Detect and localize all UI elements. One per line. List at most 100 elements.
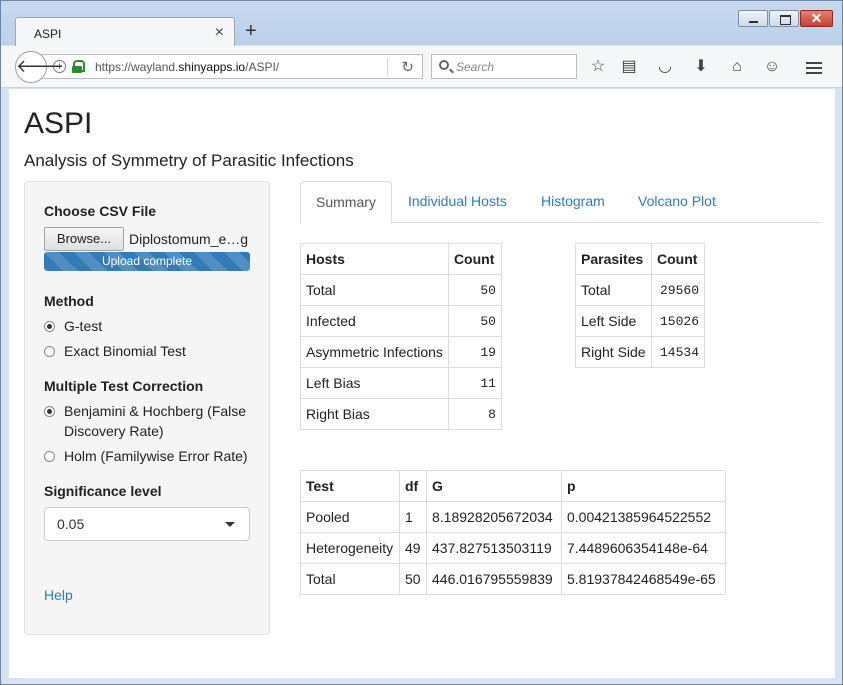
tab-individual-hosts[interactable]: Individual Hosts <box>393 181 522 223</box>
close-window-button[interactable]: ✕ <box>800 10 833 27</box>
table-cell: Left Bias <box>300 367 449 399</box>
table-row: Right Side 14534 <box>575 336 705 368</box>
minimize-button[interactable] <box>738 10 768 27</box>
table-cell: Left Side <box>575 305 652 337</box>
correction-radio-bh[interactable]: Benjamini & Hochberg (False Discovery Ra… <box>44 401 254 441</box>
method-radio-gtest[interactable]: G-test <box>44 316 254 336</box>
help-link[interactable]: Help <box>44 587 73 603</box>
maximize-button[interactable] <box>769 10 799 27</box>
chevron-down-icon <box>225 522 235 527</box>
correction-radio-holm[interactable]: Holm (Familywise Error Rate) <box>44 446 254 466</box>
tab-strip: ASPI × + ✕ <box>1 1 842 47</box>
table-row: Right Bias 8 <box>300 398 502 430</box>
close-icon: ✕ <box>810 10 823 26</box>
browser-tab[interactable]: ASPI × <box>15 17 235 47</box>
table-cell: 5.81937842468549e-65 <box>561 563 726 595</box>
lock-icon[interactable] <box>72 60 85 73</box>
table-cell: 29560 <box>651 274 705 306</box>
url-domain: shinyapps.io <box>178 60 246 74</box>
browse-button[interactable]: Browse... <box>44 227 124 251</box>
radio-unselected-icon <box>44 451 55 462</box>
table-cell: 0.00421385964522552 <box>561 501 726 533</box>
significance-label: Significance level <box>44 483 162 499</box>
new-tab-icon[interactable]: + <box>245 21 257 41</box>
table-row: Left Bias 11 <box>300 367 502 399</box>
table-cell: Pooled <box>300 501 400 533</box>
table-cell: 8 <box>447 398 502 430</box>
table-cell: Asymmetric Infections <box>300 336 449 368</box>
method-radio-binomial[interactable]: Exact Binomial Test <box>44 341 254 361</box>
radio-label: G-test <box>64 318 103 334</box>
table-cell: Right Side <box>575 336 652 368</box>
table-cell: Right Bias <box>300 398 449 430</box>
pocket-icon[interactable]: ◡ <box>655 57 675 77</box>
page-content: ASPI Analysis of Symmetry of Parasitic I… <box>9 89 835 678</box>
url-text[interactable]: https://wayland.shinyapps.io/ASPI/ <box>95 60 279 74</box>
correction-label: Multiple Test Correction <box>44 378 204 394</box>
table-cell: 19 <box>447 336 502 368</box>
table-row: Total 29560 <box>575 274 705 306</box>
url-bar[interactable]: i https://wayland.shinyapps.io/ASPI/ ↻ <box>41 54 423 79</box>
table-row: Infected 50 <box>300 305 502 337</box>
table-row: Heterogeneity 49 437.827513503119 7.4489606… <box>300 532 726 564</box>
smiley-icon[interactable]: ☺ <box>762 57 782 77</box>
table-cell: 15026 <box>651 305 705 337</box>
search-input[interactable]: Search <box>431 54 577 79</box>
column-header: df <box>399 470 427 502</box>
table-cell: 50 <box>447 274 502 306</box>
navigation-bar: i https://wayland.shinyapps.io/ASPI/ ↻ 🡐… <box>1 46 842 88</box>
back-button[interactable]: 🡐 <box>15 51 65 83</box>
tab-volcano-plot[interactable]: Volcano Plot <box>623 181 731 223</box>
url-suffix: /ASPI/ <box>245 60 280 74</box>
home-icon[interactable]: ⌂ <box>727 57 747 77</box>
search-placeholder: Search <box>456 60 495 74</box>
bookmark-star-icon[interactable]: ☆ <box>588 57 608 77</box>
table-cell: 49 <box>399 532 427 564</box>
table-cell: 7.4489606354148e-64 <box>561 532 726 564</box>
table-header-row: Parasites Count <box>575 243 705 275</box>
browser-window: ASPI × + ✕ i https://wayland.shinyapps.i… <box>0 0 843 685</box>
table-cell: Total <box>300 274 449 306</box>
file-input-label: Choose CSV File <box>44 203 157 219</box>
reading-list-icon[interactable]: ▤ <box>619 57 639 77</box>
table-header-row: Hosts Count <box>300 243 502 275</box>
column-header: Count <box>447 243 502 275</box>
download-icon[interactable]: ⬇ <box>691 57 711 77</box>
parasites-table: Parasites Count Total 29560 Left Side 1502… <box>575 243 705 368</box>
table-header-row: Test df G p <box>300 470 726 502</box>
hosts-table: Hosts Count Total 50 Infected 50 Asymmetri… <box>300 243 502 430</box>
column-header: G <box>426 470 562 502</box>
menu-icon[interactable] <box>804 59 824 79</box>
page-subtitle: Analysis of Symmetry of Parasitic Infect… <box>24 151 354 170</box>
radio-label: Exact Binomial Test <box>64 343 186 359</box>
close-tab-icon[interactable]: × <box>215 24 224 42</box>
tab-histogram[interactable]: Histogram <box>526 181 620 223</box>
test-results-table: Test df G p Pooled 1 8.18928205672034 0.004… <box>300 470 726 595</box>
tab-summary[interactable]: Summary <box>300 181 392 224</box>
significance-select[interactable]: 0.05 <box>44 507 250 541</box>
reload-icon[interactable]: ↻ <box>401 58 414 76</box>
table-row: Left Side 15026 <box>575 305 705 337</box>
table-cell: Total <box>300 563 400 595</box>
radio-selected-icon <box>44 406 55 417</box>
page-title: ASPI <box>24 107 93 140</box>
method-label: Method <box>44 293 94 309</box>
table-cell: 446.016795559839 <box>426 563 562 595</box>
table-row: Total 50 446.016795559839 5.81937842468549e… <box>300 563 726 595</box>
significance-value: 0.05 <box>57 516 85 532</box>
back-arrow-icon: 🡐 <box>16 56 65 76</box>
radio-label: Benjamini & Hochberg (False Discovery Ra… <box>64 403 247 439</box>
column-header: Parasites <box>575 243 652 275</box>
table-cell: Infected <box>300 305 449 337</box>
radio-label: Holm (Familywise Error Rate) <box>64 448 248 464</box>
table-cell: 11 <box>447 367 502 399</box>
url-prefix: https://wayland. <box>95 60 179 74</box>
table-cell: 14534 <box>651 336 705 368</box>
table-row: Total 50 <box>300 274 502 306</box>
table-cell: Heterogeneity <box>300 532 400 564</box>
table-cell: Total <box>575 274 652 306</box>
file-name-display: Diplostomum_e…g <box>129 231 249 247</box>
table-row: Asymmetric Infections 19 <box>300 336 502 368</box>
radio-unselected-icon <box>44 346 55 357</box>
column-header: Hosts <box>300 243 449 275</box>
